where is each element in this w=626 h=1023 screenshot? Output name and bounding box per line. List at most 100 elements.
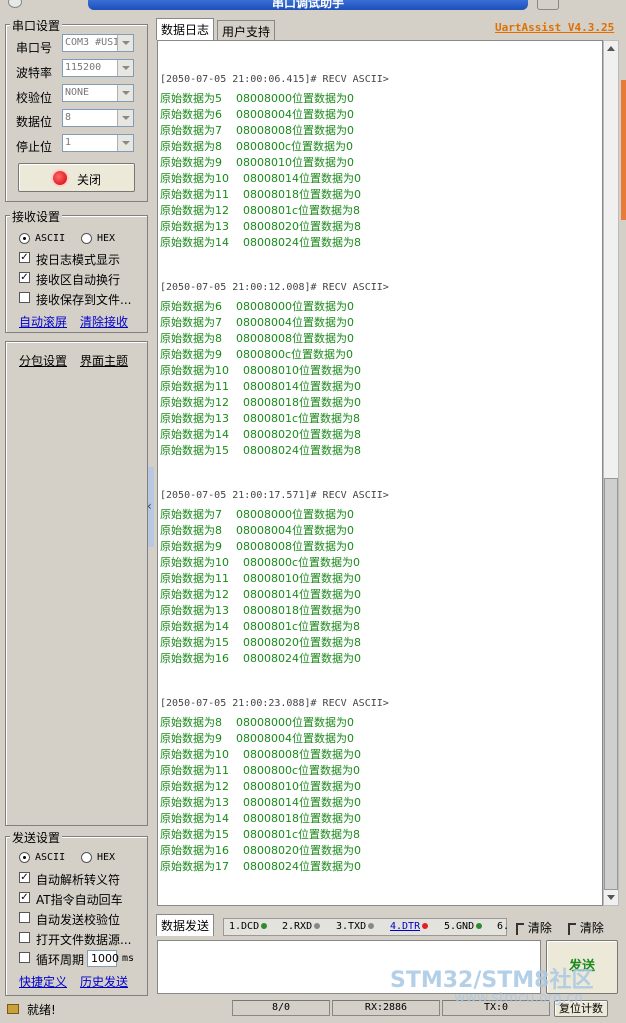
log-line: 原始数据为13 08008018位置数据为0 — [160, 604, 361, 617]
auto-checksum-label: 自动发送校验位 — [36, 913, 121, 927]
log-line: 原始数据为14 0800801c位置数据为8 — [160, 620, 361, 633]
gnd-led-icon — [476, 923, 483, 929]
ready-icon — [7, 1004, 19, 1014]
rx-count: RX:2886 — [332, 1000, 440, 1016]
clear-all-label: 清除 — [579, 921, 604, 935]
chevron-down-icon[interactable] — [117, 135, 133, 151]
log-line: 原始数据为13 08008014位置数据为0 — [160, 796, 361, 809]
at-return-checkbox[interactable]: ✓ — [19, 892, 30, 903]
recv-ascii-radio[interactable] — [19, 233, 30, 244]
chevron-down-icon[interactable] — [117, 35, 133, 51]
log-line: 原始数据为8 08008004位置数据为0 — [160, 524, 354, 537]
chevron-down-icon[interactable] — [117, 110, 133, 126]
log-line: 原始数据为12 08008010位置数据为0 — [160, 780, 361, 793]
window-close-button[interactable] — [537, 0, 559, 10]
chevron-down-icon[interactable] — [117, 85, 133, 101]
log-line: 原始数据为10 08008008位置数据为0 — [160, 748, 361, 761]
log-line: 原始数据为10 0800800c位置数据为0 — [160, 556, 361, 569]
accent-edge-strip — [621, 80, 626, 220]
stopbits-select[interactable]: 1 — [62, 134, 134, 152]
log-line: 原始数据为10 08008014位置数据为0 — [160, 172, 361, 185]
scroll-down-icon[interactable] — [607, 895, 615, 900]
packet-settings-link[interactable]: 分包设置 — [19, 352, 67, 369]
tab-data-send[interactable]: 数据发送 — [156, 914, 215, 936]
log-header: [2050-07-05 21:00:12.008]# RECV ASCII> — [160, 282, 389, 293]
stopbits-label: 停止位 — [16, 140, 53, 154]
gnd-signal: 5.GND — [444, 921, 483, 932]
log-line: 原始数据为14 08008020位置数据为8 — [160, 428, 361, 441]
txd-led-icon — [368, 923, 375, 929]
at-return-label: AT指令自动回车 — [36, 893, 123, 907]
panel-splitter[interactable]: ‹ — [147, 467, 154, 547]
log-line: 原始数据为15 08008024位置数据为8 — [160, 444, 361, 457]
log-mode-checkbox[interactable]: ✓ — [19, 252, 30, 263]
tab-user-support[interactable]: 用户支持 — [217, 20, 276, 40]
log-line: 原始数据为15 0800801c位置数据为8 — [160, 828, 361, 841]
dtr-signal[interactable]: 4.DTR — [390, 921, 429, 932]
log-line: 原始数据为9 08008004位置数据为0 — [160, 732, 354, 745]
log-line: 原始数据为11 0800800c位置数据为0 — [160, 764, 361, 777]
clear-all-button[interactable]: 清除 — [568, 919, 604, 936]
databits-label: 数据位 — [16, 115, 53, 129]
baud-label: 波特率 — [16, 66, 53, 80]
clear-recv-link[interactable]: 清除接收 — [80, 313, 128, 330]
log-header: [2050-07-05 21:00:06.415]# RECV ASCII> — [160, 74, 389, 85]
log-line: 原始数据为7 08008008位置数据为0 — [160, 124, 354, 137]
log-line: 原始数据为17 08008024位置数据为0 — [160, 860, 361, 873]
misc-panel — [5, 341, 148, 826]
dtr-label[interactable]: 4.DTR — [390, 921, 420, 932]
status-ready: 就绪! — [27, 1003, 56, 1017]
auto-wrap-checkbox[interactable]: ✓ — [19, 272, 30, 283]
log-line: 原始数据为12 0800801c位置数据为8 — [160, 204, 361, 217]
recv-settings-title: 接收设置 — [10, 208, 63, 225]
brand-link[interactable]: UartAssist V4.3.25 — [495, 21, 614, 34]
auto-scroll-link[interactable]: 自动滚屏 — [19, 313, 67, 330]
databits-value: 8 — [65, 112, 72, 123]
theme-link[interactable]: 界面主题 — [80, 352, 128, 369]
title-bar: 串口调试助手 — [0, 0, 626, 12]
recv-hex-radio[interactable] — [81, 233, 92, 244]
port-select[interactable]: COM3 #USI — [62, 34, 134, 52]
log-line: 原始数据为10 08008010位置数据为0 — [160, 364, 361, 377]
tab-data-log[interactable]: 数据日志 — [156, 18, 215, 40]
send-settings-title: 发送设置 — [10, 829, 63, 846]
send-hex-radio[interactable] — [81, 852, 92, 863]
history-link[interactable]: 历史发送 — [80, 973, 128, 990]
open-file-checkbox[interactable] — [19, 932, 30, 943]
receive-log[interactable]: [2050-07-05 21:00:06.415]# RECV ASCII> 原始… — [157, 40, 603, 906]
close-port-button[interactable]: 关闭 — [18, 163, 135, 192]
dcd-led-icon — [261, 923, 268, 929]
log-scrollbar[interactable] — [603, 40, 619, 906]
rxd-led-icon — [314, 923, 321, 929]
databits-select[interactable]: 8 — [62, 109, 134, 127]
send-ascii-radio[interactable] — [19, 852, 30, 863]
baud-select[interactable]: 115200 — [62, 59, 134, 77]
auto-escape-label: 自动解析转义符 — [36, 873, 121, 887]
clear-icon — [516, 922, 524, 935]
recv-ascii-label: ASCII — [35, 233, 66, 244]
save-file-checkbox[interactable] — [19, 292, 30, 303]
title-bar-fill: 串口调试助手 — [88, 0, 528, 10]
log-line: 原始数据为16 08008024位置数据为0 — [160, 652, 361, 665]
status-indicator-icon — [53, 171, 67, 185]
scrollbar-thumb[interactable] — [604, 478, 618, 890]
auto-checksum-checkbox[interactable] — [19, 912, 30, 923]
dcd-signal: 1.DCD — [229, 921, 268, 932]
shortcut-link[interactable]: 快捷定义 — [19, 973, 67, 990]
log-line: 原始数据为7 08008004位置数据为0 — [160, 316, 354, 329]
clear-send-button[interactable]: 清除 — [516, 919, 552, 936]
auto-escape-checkbox[interactable]: ✓ — [19, 872, 30, 883]
port-settings-title: 串口设置 — [10, 17, 63, 34]
log-line: 原始数据为9 08008008位置数据为0 — [160, 540, 354, 553]
chevron-down-icon[interactable] — [117, 60, 133, 76]
rxd-label: 2.RXD — [282, 921, 313, 932]
parity-select[interactable]: NONE — [62, 84, 134, 102]
period-unit: ms — [122, 953, 135, 964]
log-mode-label: 按日志模式显示 — [36, 253, 121, 267]
period-input[interactable]: 1000 — [87, 950, 119, 967]
loop-period-checkbox[interactable] — [19, 952, 30, 963]
window-title: 串口调试助手 — [271, 0, 344, 10]
log-line: 原始数据为5 08008000位置数据为0 — [160, 92, 354, 105]
log-line: 原始数据为6 08008000位置数据为0 — [160, 300, 354, 313]
scroll-up-icon[interactable] — [607, 46, 615, 51]
